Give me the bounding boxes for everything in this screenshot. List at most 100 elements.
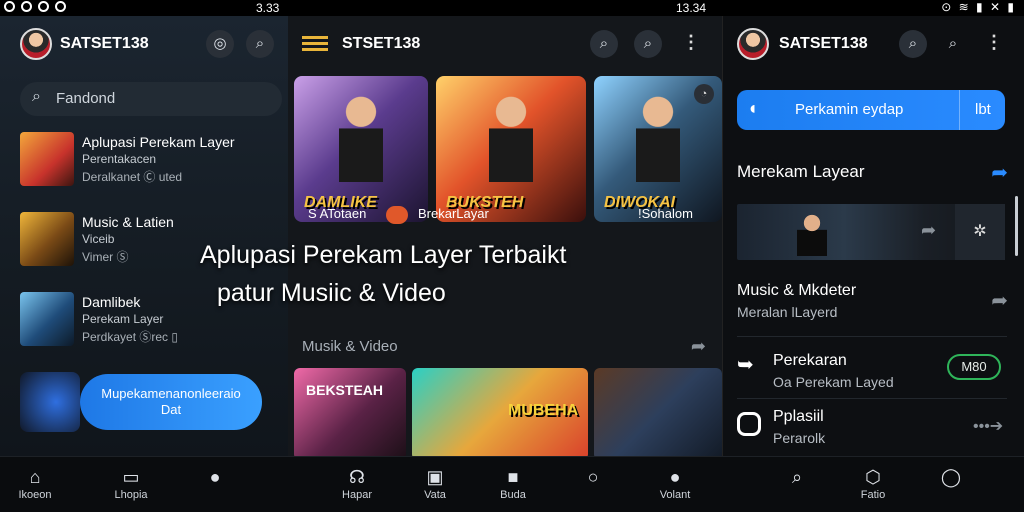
caption-icon [386,206,408,227]
middle-bottom-nav: ☊ Hapar ▣ Vata ■ Buda ○ ● Volant [288,456,722,512]
nav-account[interactable]: ● Volant [650,465,700,501]
search-icon[interactable]: ⌕ [590,30,618,58]
featured-card[interactable]: DIWOKAI ◔ [594,76,722,222]
list-row[interactable]: Pplasiil Perarolk [773,408,943,446]
nav-library[interactable]: ▭ Lhopia [106,465,156,501]
record-icon[interactable]: ◎ [206,30,234,58]
headline-line-1: Aplupasi Perekam Layer Terbaikt [200,241,567,269]
right-bottom-nav: ⌕ ⬡ Fatio ◯ [722,456,1024,512]
more-dots-icon[interactable]: •••➔ [973,416,1003,436]
list-item-subtitle: Perentakacen [82,152,157,166]
nav-label: Vata [424,489,446,501]
search-icon: ⌕ [32,88,41,105]
record-action-bar[interactable]: ◖ Perkamin eydap lbt [737,90,1005,130]
list-item-title: Damlibek [82,294,141,310]
share-arrow-icon[interactable]: ➦ [921,220,936,241]
nav-label: Fatio [860,489,886,501]
row-title: Music & Mkdeter [737,282,857,299]
nav-label: Hapar [342,489,372,501]
more-icon[interactable]: ⋮ [985,32,1003,53]
media-card[interactable]: MUBEHA [412,368,588,456]
camera-icon: ◖ [747,98,758,118]
nav-circle[interactable]: ○ [568,465,618,489]
headline-overlay: Aplupasi Perekam Layer Terbaikt patur Mu… [200,236,566,312]
more-icon[interactable]: ⋮ [682,32,700,53]
list-item-meta: Deralkanet Ⓒ uted [82,170,183,184]
promo-thumbnail [20,372,80,432]
thumbnail-image [20,212,74,266]
featured-card[interactable]: DAMLIKE [294,76,428,222]
nav-listen[interactable]: ☊ Hapar [332,465,382,501]
person-icon: ● [209,467,221,487]
divider [959,90,960,130]
nav-watch[interactable]: ▣ Vata [410,465,460,501]
list-item-subtitle: Viceib [82,232,115,246]
artist-image [489,92,533,182]
user-icon: ● [669,467,681,487]
video-action-icon[interactable]: ✲ [955,204,1005,260]
list-item[interactable]: Aplupasi Perekam Layer Perentakacen Dera… [20,132,282,188]
record-action-extra[interactable]: lbt [975,101,991,118]
list-row[interactable]: Music & Mkdeter Meralan lLayerd [737,282,1009,320]
media-card[interactable]: BEKSTEAH [294,368,406,456]
status-icons-left [4,1,66,12]
circle-icon: ○ [587,467,599,487]
share-arrow-icon[interactable]: ➦ [691,336,706,357]
record-cta-button[interactable]: Mupekamenanonleeraio Dat [80,374,262,430]
nav-chat[interactable]: ◯ [926,465,976,489]
chat-icon: ◯ [940,467,962,487]
nav-label: Ikoeon [18,489,52,501]
artist-image [636,92,680,182]
nav-profile[interactable]: ● [190,465,240,489]
status-bar: 3.33 13.34 ⊙ ≋ ▮ ✕ ▮ [0,0,1024,16]
search-alt-icon[interactable]: ⌕ [634,30,662,58]
status-badge[interactable]: M80 [947,354,1001,380]
search-icon[interactable]: ⌕ [939,30,967,58]
card-caption: !Sohalom [638,206,693,221]
row-title: Perekaran [773,352,847,369]
search-icon: ⌕ [791,467,803,487]
nav-label: Lhopia [114,489,148,501]
nav-home[interactable]: ⌂ Ikoeon [10,465,60,501]
video-preview[interactable]: ➦ ✲ [737,204,1005,260]
nav-search[interactable]: ⌕ [772,465,822,489]
featured-card[interactable]: BUKSTEH [436,76,586,222]
book-icon: ▭ [122,467,140,487]
thumbnail-image [20,132,74,186]
row-subtitle: Oa Perekam Layed [773,374,894,390]
divider [737,398,1007,399]
nav-fatio[interactable]: ⬡ Fatio [848,465,898,501]
brand-title: SATSET138 [779,35,868,52]
search-placeholder: Fandond [56,90,116,107]
avatar[interactable] [737,28,769,60]
search-input[interactable]: ⌕ Fandond [20,82,282,116]
list-item-title: Aplupasi Perekam Layer [82,134,235,150]
list-item-meta: Vimer Ⓢ [82,250,129,264]
forward-icon[interactable]: ➥ [737,352,754,377]
link-icon[interactable] [737,412,761,436]
row-subtitle: Perarolk [773,430,826,446]
middle-topbar: STSET138 ⌕ ⌕ ⋮ [288,16,722,76]
media-card[interactable] [594,368,722,456]
nav-label: Buda [500,489,526,501]
card-corner-icon[interactable]: ◔ [694,84,714,104]
media-label: BEKSTEAH [306,382,384,398]
left-bottom-nav: ⌂ Ikoeon ▭ Lhopia ● [0,456,288,512]
badge-icon: ▣ [426,467,444,487]
record-icon[interactable]: ⌕ [899,30,927,58]
status-icons-right: ⊙ ≋ ▮ ✕ ▮ [941,0,1016,14]
share-arrow-icon[interactable]: ➦ [991,160,1008,185]
row-title: Pplasiil [773,408,824,425]
share-arrow-icon[interactable]: ➦ [991,288,1008,313]
brand-title: SATSET138 [60,35,149,52]
search-icon[interactable]: ⌕ [246,30,274,58]
avatar[interactable] [20,28,52,60]
artist-image [797,212,827,256]
list-row[interactable]: Perekaran Oa Perekam Layed [773,352,943,390]
section-title: Musik & Video [302,338,398,355]
scrollbar[interactable] [1015,196,1018,256]
status-time-right: 13.34 [676,1,707,15]
nav-recorder[interactable]: ■ Buda [488,465,538,501]
media-label: MUBEHA [508,402,579,419]
row-subtitle: Meralan lLayerd [737,304,838,320]
